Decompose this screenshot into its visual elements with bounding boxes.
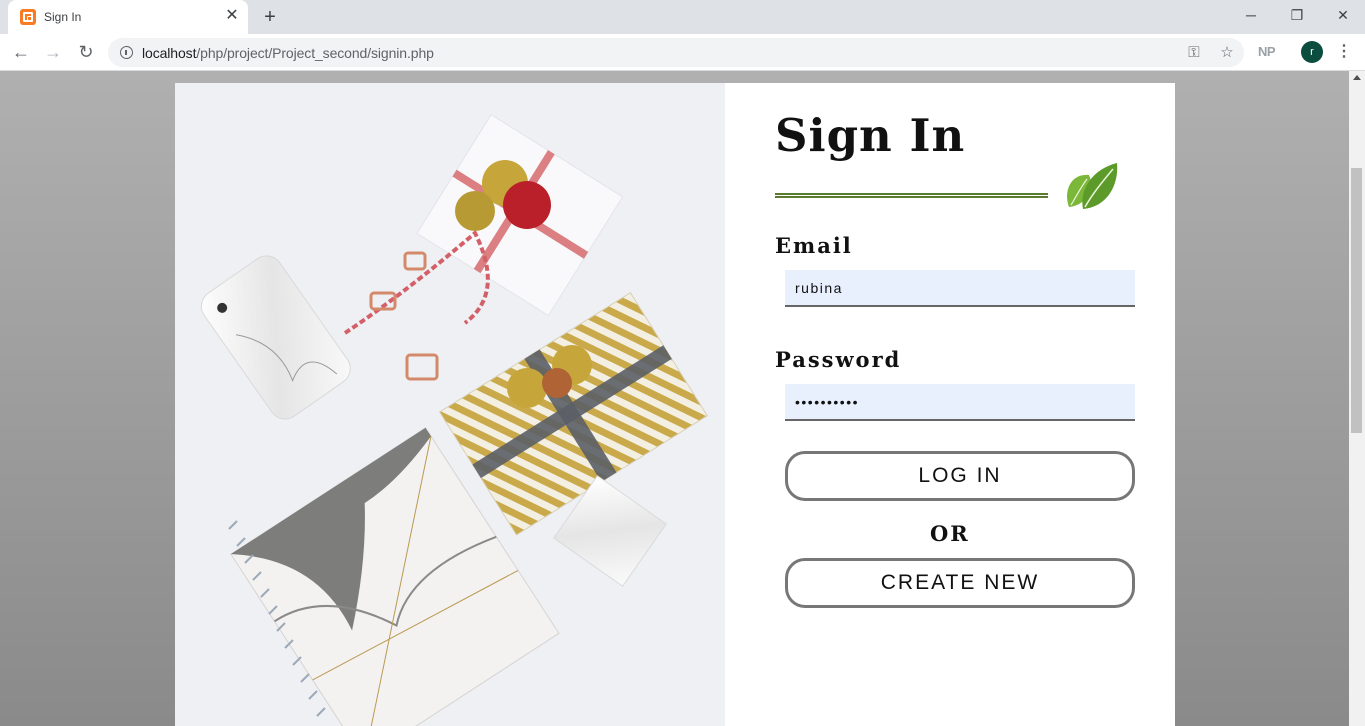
email-label: Email [775, 233, 853, 258]
leaf-logo-icon [1067, 163, 1118, 209]
minimize-button[interactable]: ─ [1228, 0, 1274, 30]
browser-menu-icon[interactable]: ⋮ [1336, 41, 1352, 63]
password-label: Password [775, 347, 902, 372]
back-button[interactable]: ← [7, 38, 35, 66]
key-icon[interactable]: ⚿ [1183, 42, 1205, 64]
scroll-up-arrow-icon[interactable] [1353, 75, 1361, 80]
browser-toolbar: ← → ↻ localhost/php/project/Project_seco… [0, 34, 1365, 71]
close-window-button[interactable]: ✕ [1320, 0, 1365, 30]
scroll-thumb[interactable] [1351, 168, 1362, 433]
page-viewport: Sign In Email Password LOG IN OR CREATE … [0, 71, 1349, 726]
create-new-button[interactable]: CREATE NEW [785, 558, 1135, 608]
np-extension-icon[interactable]: NP [1258, 44, 1276, 59]
forward-button[interactable]: → [39, 38, 67, 66]
page-scrollbar[interactable] [1349, 71, 1365, 726]
title-divider [775, 193, 1048, 198]
xampp-favicon-icon [20, 9, 36, 25]
bookmark-star-icon[interactable]: ☆ [1216, 42, 1238, 64]
browser-tab[interactable]: Sign In ✕ [8, 0, 248, 34]
decorative-photo [175, 83, 725, 726]
new-tab-button[interactable]: + [258, 5, 282, 29]
reload-button[interactable]: ↻ [72, 38, 100, 66]
password-field[interactable] [785, 384, 1135, 421]
tab-strip: Sign In ✕ + ─ ❐ ✕ [0, 0, 1365, 34]
tab-close-icon[interactable]: ✕ [222, 6, 242, 26]
restore-button[interactable]: ❐ [1274, 0, 1320, 30]
url-text[interactable]: localhost/php/project/Project_second/sig… [142, 45, 434, 61]
flatlay-illustration [200, 113, 708, 726]
profile-avatar[interactable]: r [1301, 41, 1323, 63]
signin-form: Sign In Email Password LOG IN OR CREATE … [725, 83, 1175, 726]
site-info-icon[interactable] [120, 46, 133, 59]
or-separator: OR [930, 521, 970, 546]
url-host: localhost [142, 45, 197, 61]
page-title: Sign In [775, 109, 966, 162]
signin-card: Sign In Email Password LOG IN OR CREATE … [175, 83, 1175, 726]
email-field[interactable] [785, 270, 1135, 307]
tab-title: Sign In [44, 10, 82, 24]
url-path: /php/project/Project_second/signin.php [196, 45, 434, 61]
login-button[interactable]: LOG IN [785, 451, 1135, 501]
address-bar[interactable]: localhost/php/project/Project_second/sig… [108, 38, 1244, 67]
